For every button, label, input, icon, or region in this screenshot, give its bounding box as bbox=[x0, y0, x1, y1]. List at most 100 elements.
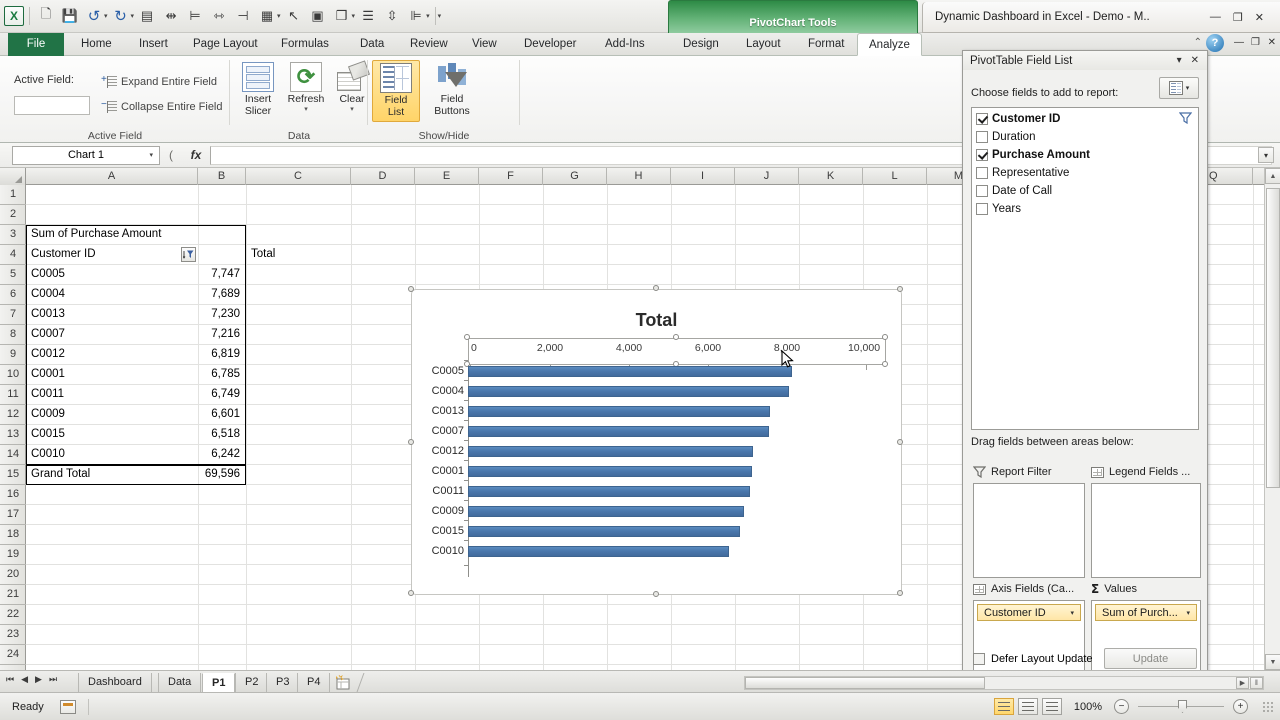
cell-A12[interactable]: C0009 bbox=[27, 405, 177, 425]
cell-B11[interactable]: 6,749 bbox=[199, 385, 244, 405]
row-header-23[interactable]: 23 bbox=[0, 625, 26, 645]
shapes-icon[interactable]: ❒ bbox=[331, 4, 353, 28]
field-row-date-of-call[interactable]: Date of Call bbox=[972, 182, 1198, 200]
axis-handle-tr[interactable] bbox=[882, 334, 888, 340]
row-header-4[interactable]: 4 bbox=[0, 245, 26, 265]
ribbon-collapse-icon[interactable]: ⌃ bbox=[1194, 37, 1202, 48]
chart-handle-br[interactable] bbox=[897, 590, 903, 596]
chart-bar-2[interactable] bbox=[468, 406, 770, 417]
tab-formulas[interactable]: Formulas bbox=[270, 33, 340, 56]
horizontal-scrollbar[interactable]: ▶ ‖ bbox=[744, 676, 1264, 690]
collapse-entire-field-button[interactable]: Collapse Entire Field bbox=[101, 99, 223, 114]
column-header-J[interactable]: J bbox=[735, 168, 799, 185]
tab-developer[interactable]: Developer bbox=[513, 33, 587, 56]
column-header-H[interactable]: H bbox=[607, 168, 671, 185]
select-all-corner[interactable] bbox=[0, 168, 26, 185]
field-pill-caret-values-icon[interactable]: ▾ bbox=[1186, 609, 1190, 617]
inner-restore-icon[interactable]: ❐ bbox=[1251, 37, 1260, 48]
row-header-19[interactable]: 19 bbox=[0, 545, 26, 565]
cell-B6[interactable]: 7,689 bbox=[199, 285, 244, 305]
field-list-button[interactable]: Field List bbox=[372, 60, 420, 122]
cell-B10[interactable]: 6,785 bbox=[199, 365, 244, 385]
field-checkbox-duration[interactable] bbox=[976, 131, 988, 143]
tab-review[interactable]: Review bbox=[399, 33, 459, 56]
new-icon[interactable]: 🗋 bbox=[35, 4, 57, 28]
column-header-A[interactable]: A bbox=[26, 168, 198, 185]
sheet-nav-prev-icon[interactable]: ◀ bbox=[21, 674, 28, 685]
tab-file[interactable]: File bbox=[8, 33, 64, 56]
row-header-5[interactable]: 5 bbox=[0, 265, 26, 285]
table-caret-icon[interactable]: ▾ bbox=[277, 12, 281, 20]
field-row-purchase-amount[interactable]: Purchase Amount bbox=[972, 146, 1198, 164]
row-header-11[interactable]: 11 bbox=[0, 385, 26, 405]
row-header-2[interactable]: 2 bbox=[0, 205, 26, 225]
column-header-G[interactable]: G bbox=[543, 168, 607, 185]
cell-B12[interactable]: 6,601 bbox=[199, 405, 244, 425]
defer-layout-update-checkbox[interactable] bbox=[973, 653, 985, 665]
row-header-15[interactable]: 15 bbox=[0, 465, 26, 485]
row-header-17[interactable]: 17 bbox=[0, 505, 26, 525]
column-header-D[interactable]: D bbox=[351, 168, 415, 185]
row-header-12[interactable]: 12 bbox=[0, 405, 26, 425]
redo-icon[interactable]: ↻ bbox=[110, 4, 132, 28]
sheet-tab-p3[interactable]: P3 bbox=[266, 673, 300, 692]
form-icon[interactable]: ▤ bbox=[136, 4, 158, 28]
zone-box-legend-fields[interactable] bbox=[1091, 483, 1201, 578]
page-layout-view-icon[interactable] bbox=[1017, 698, 1038, 715]
chart-bar-6[interactable] bbox=[468, 486, 750, 497]
cell-B4[interactable]: Total bbox=[247, 245, 293, 265]
tab-home[interactable]: Home bbox=[70, 33, 123, 56]
tab-layout[interactable]: Layout bbox=[735, 33, 792, 56]
pivot-row-filter-button[interactable] bbox=[181, 247, 196, 262]
field-checkbox-customer-id[interactable] bbox=[976, 113, 988, 125]
column-header-I[interactable]: I bbox=[671, 168, 735, 185]
tab-format[interactable]: Format bbox=[797, 33, 855, 56]
zoom-level-label[interactable]: 100% bbox=[1074, 701, 1102, 713]
chart-title[interactable]: Total bbox=[412, 310, 901, 331]
hscroll-split-handle[interactable]: ‖ bbox=[1250, 677, 1263, 689]
field-checkbox-date-of-call[interactable] bbox=[976, 185, 988, 197]
normal-view-icon[interactable] bbox=[993, 698, 1014, 715]
cell-A13[interactable]: C0015 bbox=[27, 425, 177, 445]
cell-B9[interactable]: 6,819 bbox=[199, 345, 244, 365]
field-row-representative[interactable]: Representative bbox=[972, 164, 1198, 182]
chart-handle-tc[interactable] bbox=[653, 285, 659, 291]
cell-A3[interactable]: Sum of Purchase Amount bbox=[27, 225, 197, 245]
chart-handle-bc[interactable] bbox=[653, 591, 659, 597]
cell-A11[interactable]: C0011 bbox=[27, 385, 177, 405]
vertical-scrollbar[interactable]: ▲ ▼ bbox=[1264, 168, 1280, 670]
field-list-view-button[interactable]: ▾ bbox=[1159, 77, 1199, 99]
inner-close-icon[interactable]: ✕ bbox=[1268, 37, 1276, 48]
insert-worksheet-icon[interactable] bbox=[333, 674, 353, 691]
axis-handle-tc[interactable] bbox=[673, 334, 679, 340]
row-header-10[interactable]: 10 bbox=[0, 365, 26, 385]
row-header-6[interactable]: 6 bbox=[0, 285, 26, 305]
table-icon[interactable]: ▦ bbox=[256, 4, 278, 28]
cell-A4[interactable]: Customer ID bbox=[27, 245, 177, 265]
row-header-1[interactable]: 1 bbox=[0, 185, 26, 205]
chart-handle-ml[interactable] bbox=[408, 439, 414, 445]
cell-A10[interactable]: C0001 bbox=[27, 365, 177, 385]
insert-function-icon[interactable]: fx bbox=[182, 148, 210, 162]
column-header-F[interactable]: F bbox=[479, 168, 543, 185]
tab-data[interactable]: Data bbox=[349, 33, 395, 56]
row-header-9[interactable]: 9 bbox=[0, 345, 26, 365]
field-list-menu-caret-icon[interactable]: ▾ bbox=[1177, 55, 1182, 66]
column-header-E[interactable]: E bbox=[415, 168, 479, 185]
tab-add-ins[interactable]: Add-Ins bbox=[594, 33, 656, 56]
insert-slicer-button[interactable]: Insert Slicer bbox=[234, 60, 282, 122]
order-icon[interactable]: ⊫ bbox=[405, 4, 427, 28]
column-header-Q[interactable]: Q bbox=[1205, 168, 1253, 185]
formula-bar-split-handle[interactable]: ( bbox=[160, 148, 182, 162]
field-checkbox-purchase-amount[interactable] bbox=[976, 149, 988, 161]
cell-A9[interactable]: C0012 bbox=[27, 345, 177, 365]
chart-handle-mr[interactable] bbox=[897, 439, 903, 445]
refresh-button[interactable]: Refresh ▾ bbox=[282, 60, 330, 122]
row-header-13[interactable]: 13 bbox=[0, 425, 26, 445]
sheet-nav-last-icon[interactable]: ⏭ bbox=[49, 674, 57, 685]
customize-qat-icon[interactable]: ▾ bbox=[438, 12, 442, 20]
axis-handle-tl[interactable] bbox=[464, 334, 470, 340]
chart-bar-7[interactable] bbox=[468, 506, 744, 517]
row-header-18[interactable]: 18 bbox=[0, 525, 26, 545]
undo-icon[interactable]: ↺ bbox=[83, 4, 105, 28]
